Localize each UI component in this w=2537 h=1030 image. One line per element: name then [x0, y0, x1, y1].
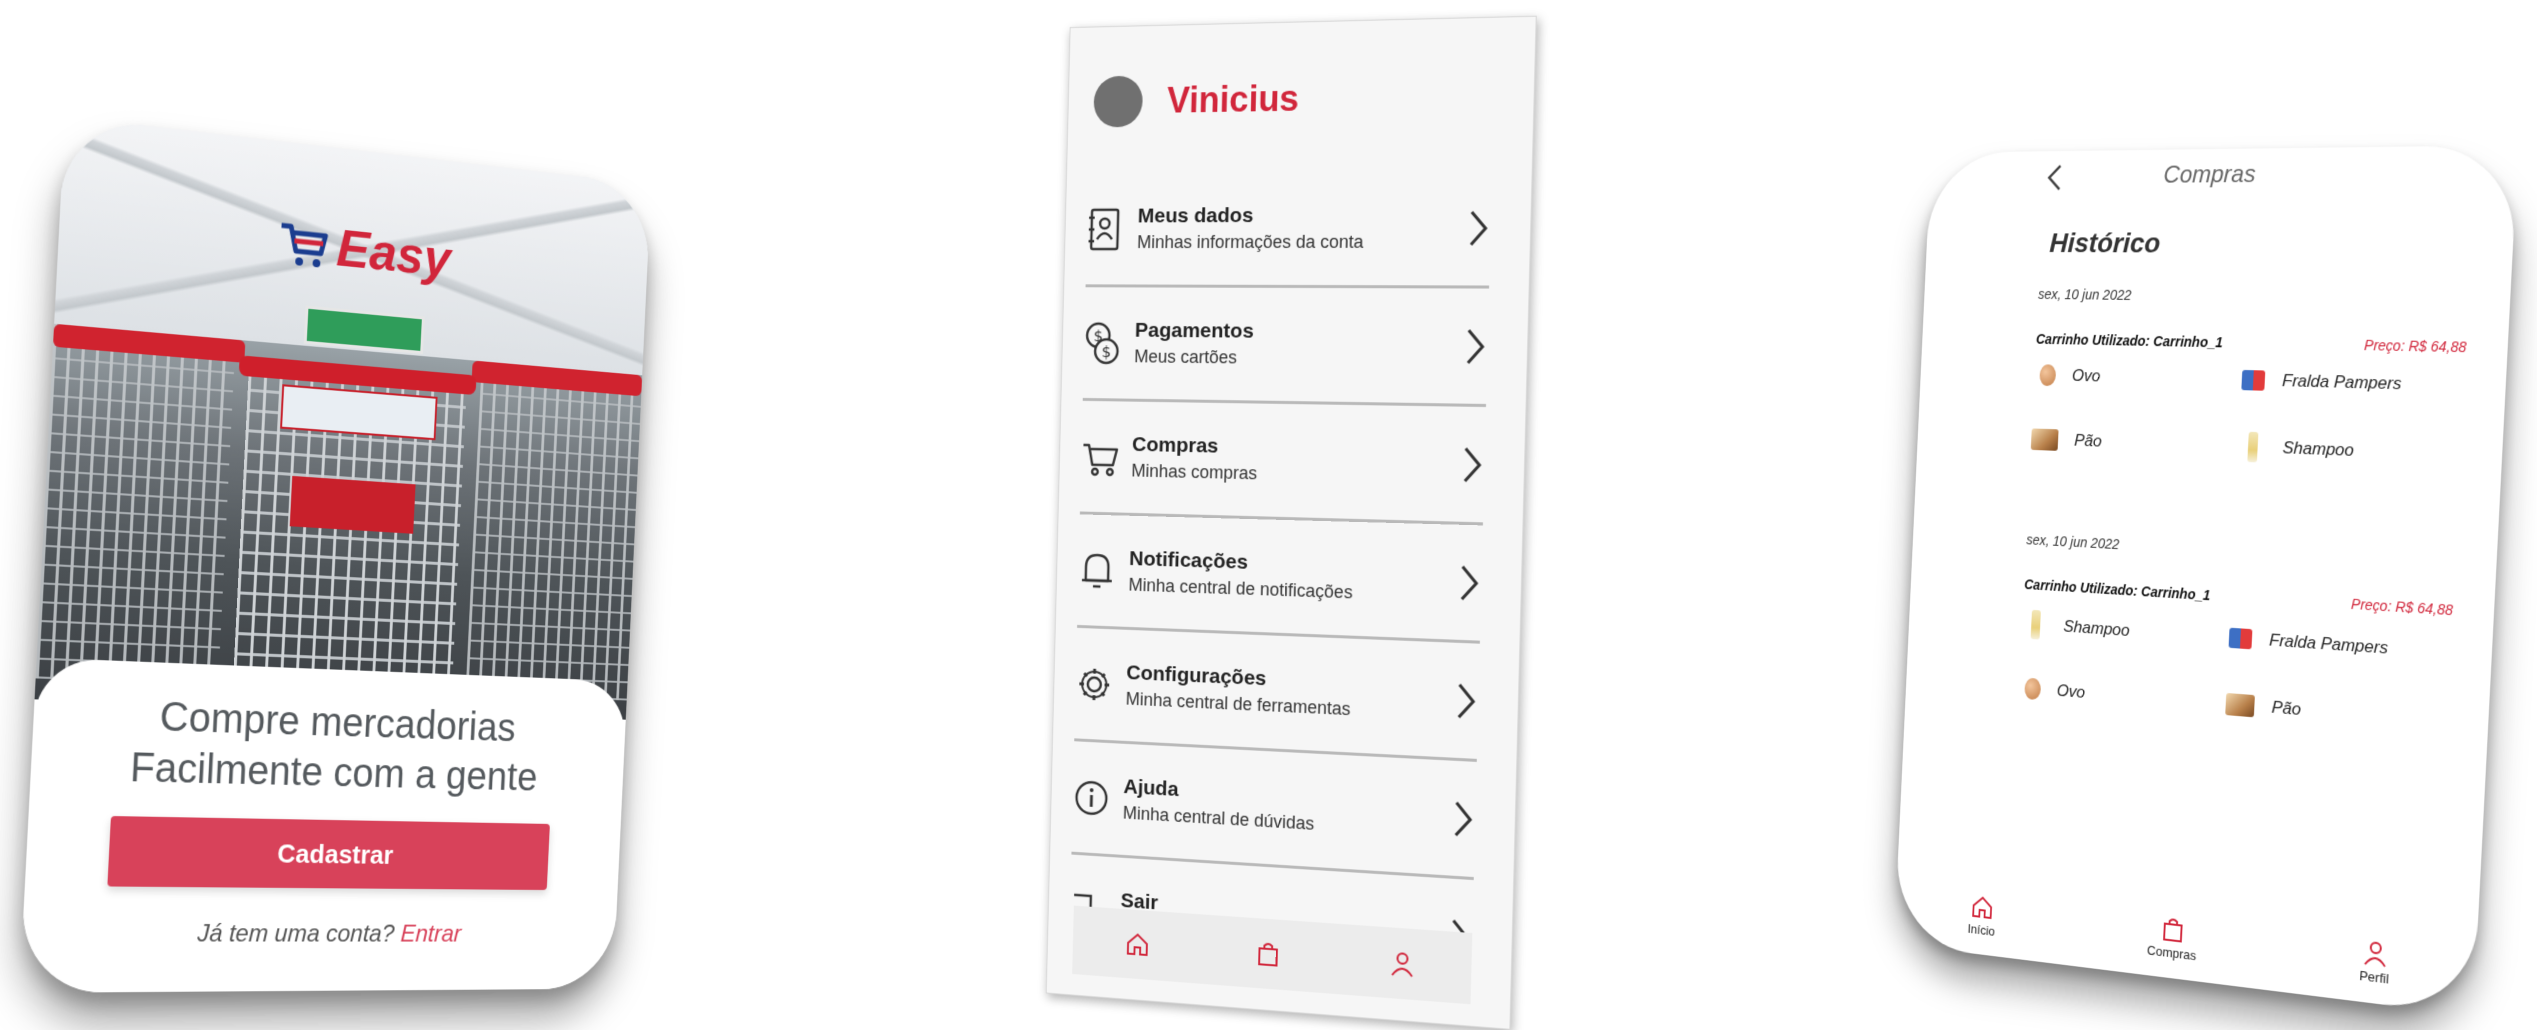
purchase-summary: Carrinho Utilizado: Carrinho_1 Preço: R$…	[2036, 331, 2467, 355]
list-item: Ovo	[2034, 364, 2243, 391]
purchase-date: sex, 10 jun 2022	[2026, 531, 2120, 553]
purchases-title: Compras	[2162, 160, 2257, 189]
purchase-date: sex, 10 jun 2022	[2037, 286, 2132, 303]
egg-thumbnail	[2039, 364, 2057, 387]
menu-item-subtitle: Minhas informações da conta	[1136, 231, 1364, 252]
profile-menu: Meus dados Minhas informações da conta $…	[1069, 170, 1493, 995]
shampoo-bottle-thumbnail	[2030, 609, 2041, 640]
history-heading: Histórico	[2048, 227, 2162, 259]
chevron-right-icon	[1451, 798, 1476, 840]
bag-icon[interactable]	[1254, 939, 1282, 969]
item-name: Pão	[2271, 697, 2302, 720]
info-icon	[1072, 773, 1110, 822]
bottom-nav: Início Compras Perfil	[1895, 860, 2478, 997]
list-item: Fralda Pampers	[2241, 369, 2465, 397]
brand-name: Easy	[335, 219, 452, 289]
item-name: Shampoo	[2282, 438, 2355, 460]
nav-label: Início	[1967, 921, 1996, 939]
chevron-right-icon	[1460, 444, 1485, 485]
chevron-right-icon	[1463, 326, 1488, 367]
bell-icon	[1078, 546, 1116, 594]
cart-icon	[1081, 433, 1119, 481]
purchases-topbar: Compras	[1928, 145, 2518, 210]
item-name: Shampoo	[2063, 616, 2131, 640]
home-icon	[1969, 892, 1995, 922]
profile-screen: Vinicius Meus dados Minhas informações d…	[1045, 15, 1537, 1030]
cart-used-label: Carrinho Utilizado: Carrinho_1	[2023, 576, 2211, 604]
item-name: Ovo	[2056, 681, 2086, 702]
list-item: Pão	[2225, 692, 2448, 733]
chevron-right-icon	[1466, 207, 1491, 248]
list-item: Shampoo	[2238, 431, 2462, 470]
purchase-group[interactable]: sex, 10 jun 2022 Carrinho Utilizado: Car…	[2030, 286, 2470, 470]
nav-perfil[interactable]: Perfil	[2359, 937, 2391, 987]
menu-item-subtitle: Meus cartões	[1134, 346, 1238, 368]
welcome-card: Compre mercadorias Facilmente com a gent…	[19, 657, 628, 993]
login-link[interactable]: Entrar	[400, 921, 462, 948]
profile-header: Vinicius	[1093, 68, 1300, 133]
menu-item-pagamentos[interactable]: $ $ Pagamentos Meus cartões	[1082, 287, 1490, 408]
list-item: Pão	[2030, 425, 2240, 462]
purchase-summary: Carrinho Utilizado: Carrinho_1 Preço: R$…	[2024, 576, 2453, 618]
list-item: Shampoo	[2022, 609, 2230, 653]
user-icon	[2361, 937, 2390, 969]
gear-icon	[1075, 660, 1113, 709]
purchase-group[interactable]: sex, 10 jun 2022 Carrinho Utilizado: Car…	[2019, 532, 2456, 733]
nav-label: Perfil	[2358, 967, 2390, 987]
menu-item-title: Meus dados	[1137, 204, 1254, 228]
nav-compras[interactable]: Compras	[2147, 913, 2198, 963]
bread-thumbnail	[2225, 692, 2255, 718]
diaper-pack-thumbnail	[2228, 627, 2253, 650]
menu-item-title: Compras	[1131, 433, 1219, 458]
landing-phone-frame: Easy Compre mercadorias Facilmente com a…	[19, 116, 652, 993]
headline: Compre mercadorias Facilmente com a gent…	[30, 687, 627, 804]
chevron-right-icon	[1457, 562, 1482, 604]
money-icon: $ $	[1084, 319, 1123, 366]
menu-item-meus-dados[interactable]: Meus dados Minhas informações da conta	[1085, 170, 1493, 289]
nav-label: Compras	[2146, 942, 2197, 964]
register-button[interactable]: Cadastrar	[107, 816, 550, 891]
bread-thumbnail	[2030, 428, 2059, 451]
list-item: Ovo	[2019, 677, 2226, 715]
menu-item-title: Pagamentos	[1134, 318, 1255, 343]
menu-item-subtitle: Minhas compras	[1131, 460, 1258, 484]
home-icon[interactable]	[1124, 930, 1151, 959]
purchases-screen: Compras Histórico sex, 10 jun 2022 Carri…	[1893, 145, 2519, 1016]
avatar[interactable]	[1093, 75, 1144, 128]
purchase-items: Ovo Fralda Pampers Pão Shampoo	[2030, 364, 2465, 470]
menu-item-compras[interactable]: Compras Minhas compras	[1079, 400, 1486, 526]
list-item: Fralda Pampers	[2228, 623, 2451, 669]
diaper-pack-thumbnail	[2241, 369, 2266, 391]
item-name: Pão	[2073, 430, 2103, 451]
cart-logo-icon	[278, 219, 330, 268]
egg-thumbnail	[2024, 677, 2042, 701]
landing-screen: Easy Compre mercadorias Facilmente com a…	[19, 116, 652, 993]
user-icon[interactable]	[1388, 949, 1417, 979]
user-name: Vinicius	[1166, 77, 1300, 121]
item-name: Fralda Pampers	[2268, 630, 2389, 658]
purchase-items: Shampoo Fralda Pampers Ovo Pão	[2019, 609, 2452, 733]
menu-item-configuracoes[interactable]: Configurações Minha central de ferrament…	[1074, 627, 1480, 762]
chevron-right-icon	[1454, 680, 1479, 722]
nav-inicio[interactable]: Início	[1967, 892, 1996, 939]
menu-item-notificacoes[interactable]: Notificações Minha central de notificaçõ…	[1077, 514, 1483, 644]
contact-book-icon	[1086, 205, 1125, 252]
login-prompt: Já tem uma conta? Entrar	[22, 919, 617, 948]
cart-used-label: Carrinho Utilizado: Carrinho_1	[2035, 330, 2224, 351]
purchase-price: Preço: R$ 64,88	[2350, 595, 2454, 619]
cart-row-right	[465, 361, 643, 701]
purchases-phone-frame: Compras Histórico sex, 10 jun 2022 Carri…	[1893, 145, 2519, 1016]
bag-icon	[2159, 914, 2186, 945]
svg-text:$: $	[1101, 342, 1111, 360]
item-name: Fralda Pampers	[2281, 370, 2402, 394]
login-prompt-text: Já tem uma conta?	[196, 919, 395, 948]
cart-row-left	[35, 323, 236, 686]
shampoo-bottle-thumbnail	[2247, 431, 2259, 463]
purchase-price: Preço: R$ 64,88	[2363, 336, 2467, 356]
front-cart-panel	[289, 475, 416, 534]
item-name: Ovo	[2071, 365, 2101, 386]
